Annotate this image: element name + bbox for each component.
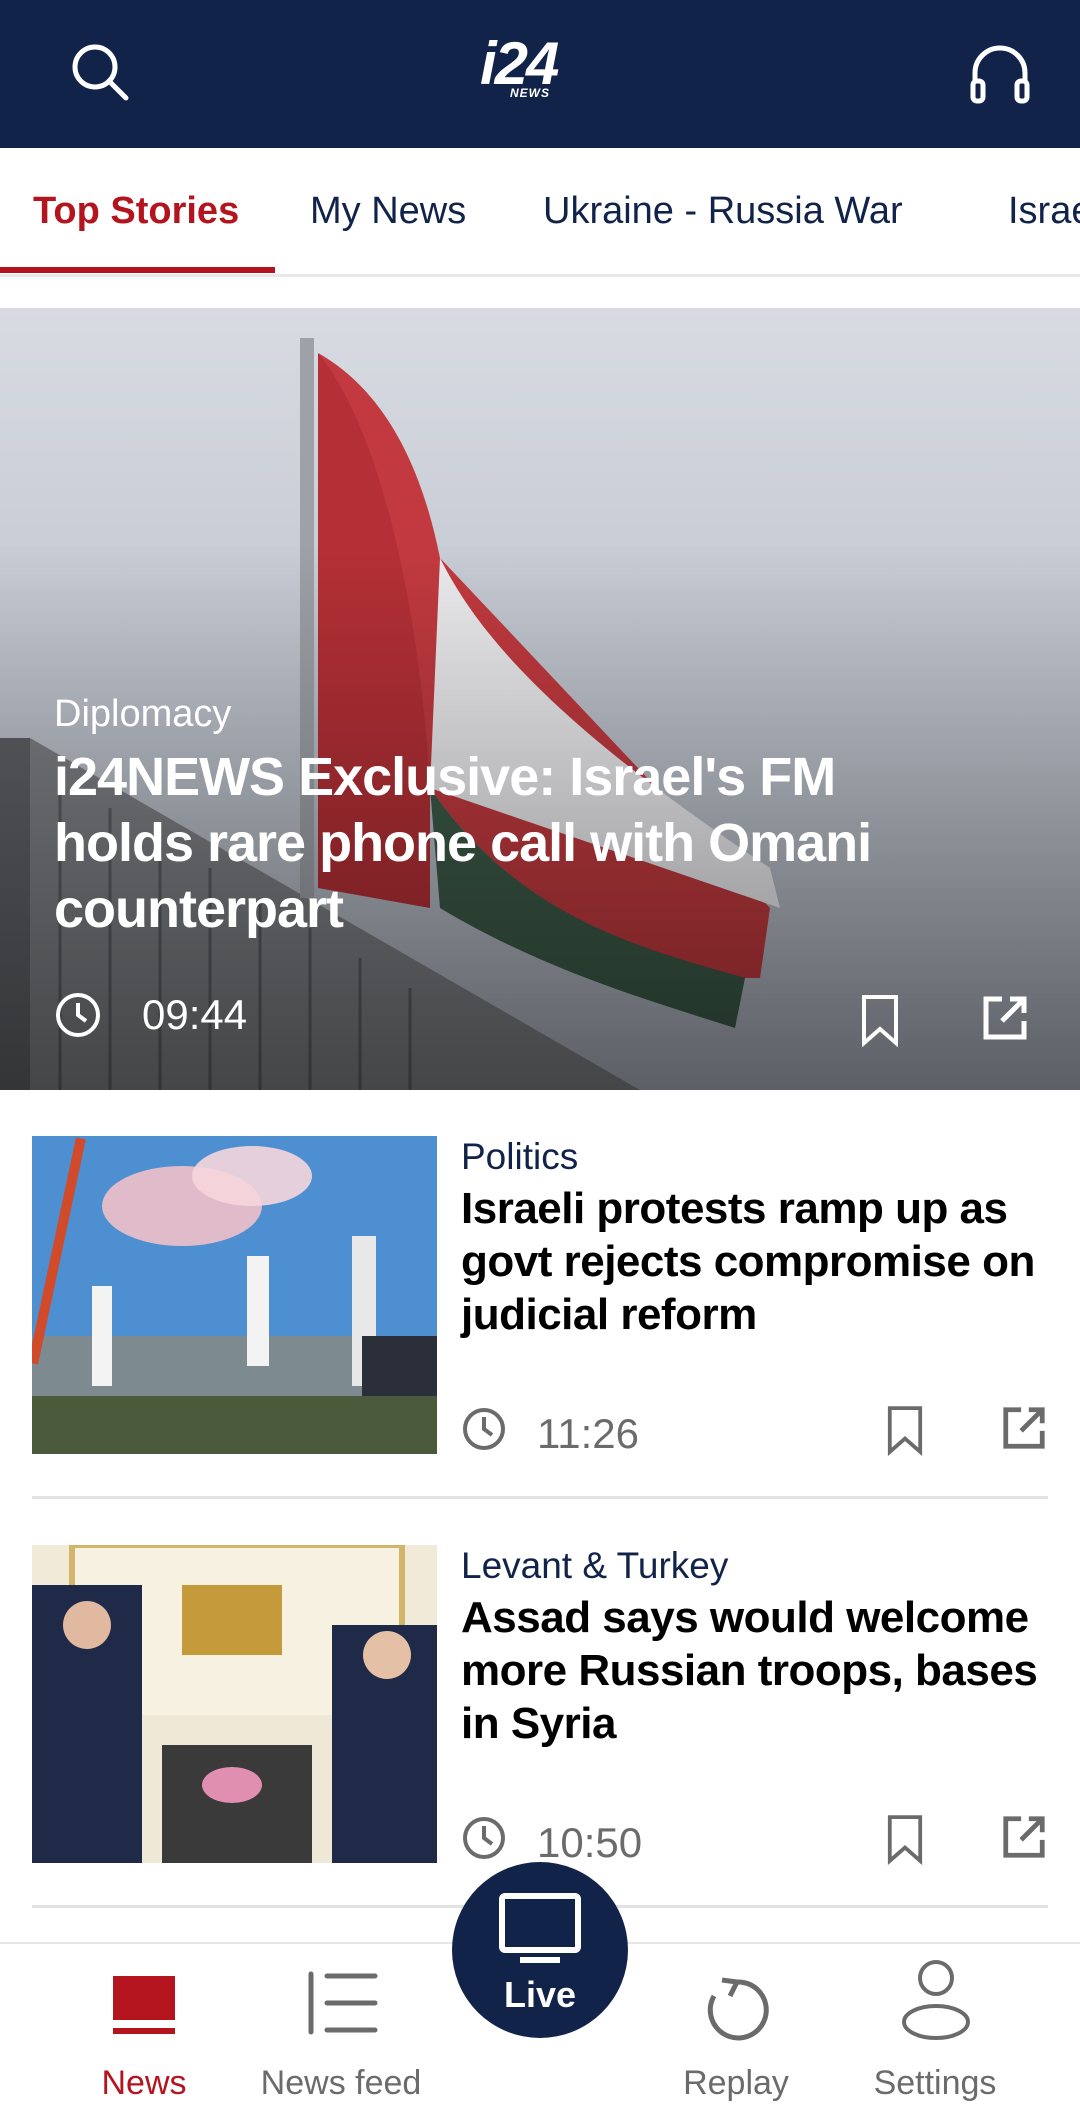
app-logo: i24 NEWS — [480, 30, 559, 101]
clock-icon — [461, 1815, 507, 1871]
tab-my-news[interactable]: My News — [310, 148, 466, 274]
article-thumbnail — [32, 1545, 437, 1863]
hero-text: Diplomacy i24NEWS Exclusive: Israel's FM… — [54, 693, 954, 942]
hero-time: 09:44 — [142, 991, 248, 1038]
tv-icon — [499, 1893, 581, 1963]
article-time: 11:26 — [537, 1410, 639, 1457]
top-bar: i24 NEWS — [0, 0, 1080, 148]
live-button[interactable]: Live — [452, 1862, 628, 2038]
clock-icon — [54, 991, 102, 1039]
article-title[interactable]: Israeli protests ramp up as govt rejects… — [461, 1182, 1061, 1341]
hero-timestamp: 09:44 — [54, 991, 247, 1039]
hero-category: Diplomacy — [54, 693, 232, 735]
nav-news-feed[interactable]: News feed — [251, 1944, 431, 2118]
active-tab-indicator — [0, 267, 275, 273]
article-card[interactable]: Levant & Turkey Assad says would welcome… — [32, 1545, 1048, 1866]
nav-replay[interactable]: Replay — [646, 1944, 826, 2118]
tab-top-stories[interactable]: Top Stories — [33, 148, 239, 274]
nav-settings[interactable]: Settings — [845, 1944, 1025, 2118]
bookmark-icon[interactable] — [860, 993, 900, 1047]
tab-israel[interactable]: Israel — [1008, 148, 1080, 274]
nav-news[interactable]: News — [54, 1944, 234, 2118]
headphones-icon[interactable] — [950, 22, 1050, 122]
hero-actions — [860, 993, 1030, 1047]
nav-settings-label: Settings — [873, 2064, 997, 2102]
share-icon[interactable] — [1000, 1813, 1048, 1870]
list-icon — [308, 1971, 378, 2035]
article-meta: Politics Israeli protests ramp up as gov… — [461, 1136, 1061, 1341]
article-meta: Levant & Turkey Assad says would welcome… — [461, 1545, 1061, 1750]
user-icon — [902, 1960, 970, 2040]
article-title[interactable]: Assad says would welcome more Russian tr… — [461, 1591, 1061, 1750]
article-actions — [886, 1404, 1048, 1461]
hero-article[interactable]: Diplomacy i24NEWS Exclusive: Israel's FM… — [0, 308, 1080, 1090]
tab-ukraine-russia-war[interactable]: Ukraine - Russia War — [543, 148, 903, 274]
nav-news-feed-label: News feed — [260, 2064, 422, 2102]
share-icon[interactable] — [980, 993, 1030, 1047]
bookmark-icon[interactable] — [886, 1813, 924, 1870]
nav-news-label: News — [101, 2064, 187, 2102]
live-label: Live — [503, 1974, 577, 2015]
article-card[interactable]: Politics Israeli protests ramp up as gov… — [32, 1136, 1048, 1457]
article-category: Levant & Turkey — [461, 1545, 729, 1586]
article-actions — [886, 1813, 1048, 1870]
divider — [32, 1496, 1048, 1499]
replay-icon — [707, 1977, 769, 2041]
share-icon[interactable] — [1000, 1404, 1048, 1461]
clock-icon — [461, 1406, 507, 1462]
nav-replay-label: Replay — [683, 2064, 789, 2102]
news-icon — [113, 1976, 175, 2034]
article-timestamp: 11:26 — [461, 1406, 639, 1462]
article-thumbnail — [32, 1136, 437, 1454]
bookmark-icon[interactable] — [886, 1404, 924, 1461]
search-icon[interactable] — [50, 22, 150, 122]
category-tabs: Top Stories My News Ukraine - Russia War… — [0, 148, 1080, 277]
article-time: 10:50 — [537, 1819, 643, 1866]
hero-title[interactable]: i24NEWS Exclusive: Israel's FM holds rar… — [54, 744, 954, 942]
article-category: Politics — [461, 1136, 579, 1177]
